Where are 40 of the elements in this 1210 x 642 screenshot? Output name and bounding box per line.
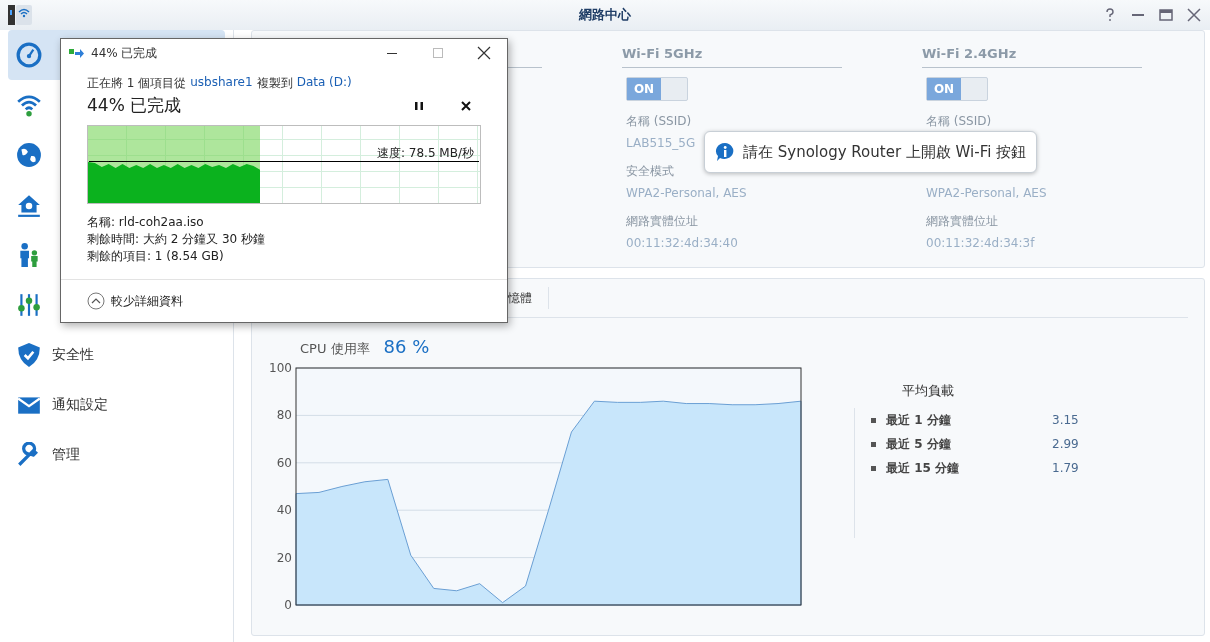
load-label: 最近 1 分鐘 [886,411,952,429]
copy-description: 正在將 1 個項目從 [87,75,187,92]
field-label: 網路實體位址 [926,213,999,229]
y-tick-label: 20 [276,550,292,565]
sidebar-label: 管理 [52,446,80,464]
field-value: WPA2-Personal, AES [626,185,748,201]
detail-text: 剩餘的項目: 1 (8.54 GB) [87,248,225,265]
window-title: 網路中心 [579,7,631,22]
load-label: 最近 5 分鐘 [886,435,952,453]
load-label: 最近 15 分鐘 [886,459,961,477]
y-tick-label: 40 [276,503,292,518]
field-label: 安全模式 [626,163,675,179]
field-label: 網路實體位址 [626,213,699,229]
progress-heading: 44% 已完成 [87,94,182,117]
field-value: 00:11:32:4d:34:3f [926,235,1036,251]
sidebar-label: 安全性 [52,346,94,364]
cpu-value: 86 % [383,336,430,357]
field-label: 名稱 (SSID) [626,113,693,129]
load-value: 1.79 [1052,461,1079,475]
section-heading: Wi-Fi 5GHz [622,46,703,61]
dialog-title: 44% 已完成 [91,44,158,62]
cpu-label: CPU 使用率 [300,340,370,358]
load-value: 2.99 [1052,437,1079,451]
load-title: 平均負載 [902,382,954,400]
field-value: LAB515_5G [626,135,697,151]
copy-description: 複製到 [256,75,293,92]
field-value: 00:11:32:4d:34:40 [626,235,739,251]
field-label: 名稱 (SSID) [926,113,993,129]
section-heading: Wi-Fi 2.4GHz [922,46,1017,61]
field-value: WPA2-Personal, AES [926,185,1048,201]
detail-text: 剩餘時間: 大約 2 分鐘又 30 秒鐘 [87,231,267,248]
y-tick-label: 0 [284,598,292,612]
load-value: 3.15 [1052,413,1079,427]
y-tick-label: 80 [276,408,292,423]
speed-text: 速度: 78.5 MB/秒 [376,145,474,162]
y-tick-label: 100 [269,361,292,375]
sidebar-label: 通知設定 [52,396,108,414]
y-tick-label: 60 [276,455,292,470]
tooltip-text: 請在 Synology Router 上開啟 Wi-Fi 按鈕 [743,142,1027,162]
detail-text: 名稱: rld-coh2aa.iso [87,214,205,231]
